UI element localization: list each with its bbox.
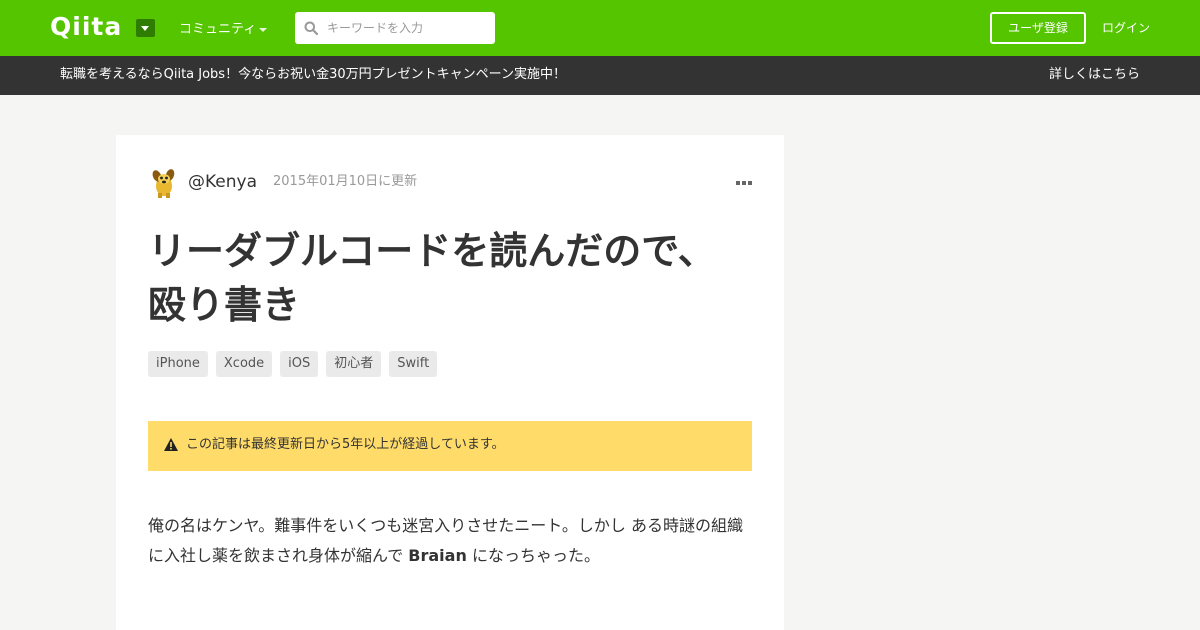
article-body: 俺の名はケンヤ。難事件をいくつも迷宮入りさせたニート。しかし ある時謎の組織に入… [148, 511, 752, 571]
banner-text[interactable]: 転職を考えるならQiita Jobs！今ならお祝い金30万円プレゼントキャンペー… [60, 66, 566, 84]
article-title: リーダブルコードを読んだので、殴り書き [148, 229, 716, 327]
caret-down-icon [259, 28, 267, 32]
search-input[interactable] [322, 12, 492, 44]
qiita-logo[interactable]: Qiita [50, 13, 122, 41]
community-menu[interactable]: コミュニティ [179, 21, 256, 39]
dog-avatar[interactable] [148, 167, 180, 199]
tag-beginner[interactable]: 初心者 [326, 351, 382, 377]
tag-xcode[interactable]: Xcode [215, 351, 273, 377]
tag-list: iPhone Xcode iOS 初心者 Swift [148, 351, 438, 377]
login-link[interactable]: ログイン [1102, 19, 1150, 37]
tag-swift[interactable]: Swift [389, 351, 438, 377]
body-emphasis: Braian [408, 546, 467, 565]
tag-ios[interactable]: iOS [280, 351, 319, 377]
updated-date: 2015年01月10日に更新 [273, 174, 418, 189]
signup-button[interactable]: ユーザ登録 [990, 12, 1086, 44]
tag-iphone[interactable]: iPhone [148, 351, 208, 377]
banner-details-link[interactable]: 詳しくはこちら [1049, 66, 1140, 84]
more-icon[interactable] [736, 180, 752, 186]
chevron-down-icon[interactable] [136, 19, 155, 37]
author-name[interactable]: @Kenya [188, 171, 257, 193]
body-text-end: になっちゃった。 [466, 546, 600, 565]
warning-icon [164, 438, 178, 451]
search-icon [304, 21, 318, 35]
notice-text: この記事は最終更新日から5年以上が経過しています。 [186, 437, 505, 452]
